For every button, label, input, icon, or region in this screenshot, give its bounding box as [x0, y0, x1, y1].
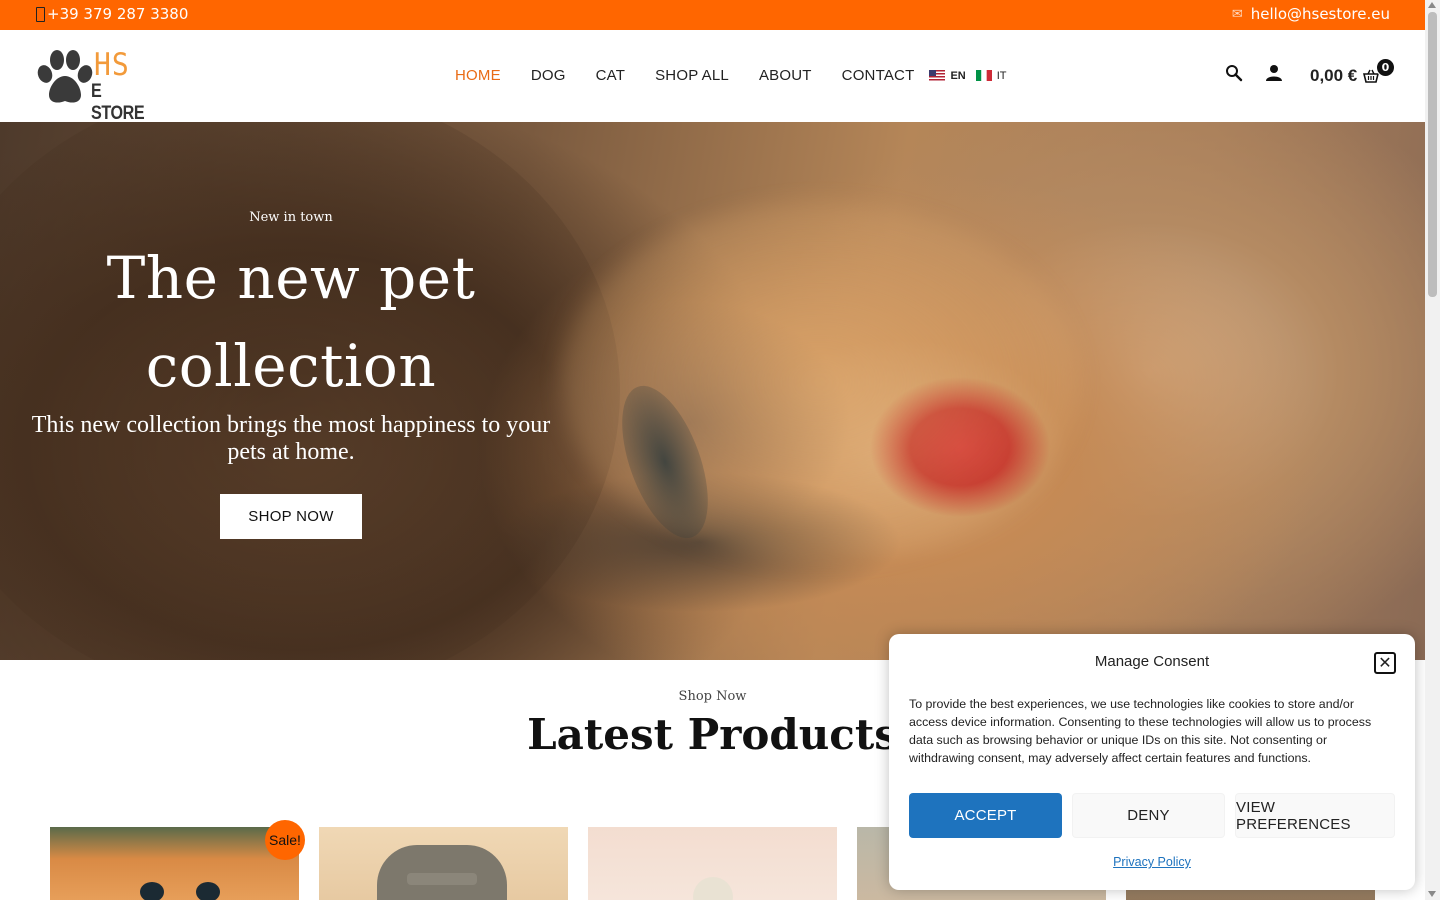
- nav-contact[interactable]: CONTACT: [842, 67, 915, 84]
- consent-title: Manage Consent: [1094, 653, 1210, 670]
- close-icon[interactable]: ✕: [1374, 652, 1396, 674]
- accept-button[interactable]: ACCEPT: [909, 793, 1062, 838]
- product-card-1[interactable]: [50, 827, 299, 900]
- hero-title: The new pet collection: [0, 234, 582, 410]
- hero-banner: New in town The new pet collection This …: [0, 122, 1425, 660]
- product-image-kitten: [140, 882, 220, 900]
- hero-content: New in town The new pet collection This …: [0, 122, 582, 660]
- shop-now-button[interactable]: SHOP NOW: [220, 494, 362, 539]
- us-flag-icon: [929, 70, 946, 81]
- top-bar: +39 379 287 3380 ✉ hello@hsestore.eu: [0, 0, 1425, 30]
- cart-button[interactable]: 0,00 €: [1310, 66, 1380, 86]
- product-card-3[interactable]: [588, 827, 837, 900]
- header-icons: [1225, 64, 1283, 82]
- deny-button[interactable]: DENY: [1072, 793, 1225, 838]
- nav-shop-all[interactable]: SHOP ALL: [655, 67, 729, 84]
- cart-count-badge: 0: [1376, 58, 1395, 77]
- main-nav: HOME DOG CAT SHOP ALL ABOUT CONTACT EN I…: [455, 67, 1017, 84]
- nav-dog[interactable]: DOG: [531, 67, 566, 84]
- product-image-toy: [693, 877, 733, 900]
- search-icon[interactable]: [1225, 64, 1243, 82]
- envelope-icon: ✉: [1231, 6, 1243, 22]
- logo-text-estore: E STORE: [91, 81, 145, 124]
- hero-title-line1: The new pet: [106, 244, 476, 312]
- nav-about[interactable]: ABOUT: [759, 67, 812, 84]
- language-it-label[interactable]: IT: [997, 70, 1007, 82]
- nav-home[interactable]: HOME: [455, 67, 501, 84]
- hero-pretitle: New in town: [249, 210, 333, 225]
- scrollbar-thumb[interactable]: [1428, 12, 1437, 297]
- phone-contact[interactable]: +39 379 287 3380: [36, 5, 188, 23]
- phone-number[interactable]: +39 379 287 3380: [47, 5, 188, 23]
- product-image-backpack: [377, 845, 507, 900]
- email-address[interactable]: hello@hsestore.eu: [1251, 5, 1390, 23]
- user-icon[interactable]: [1265, 64, 1283, 82]
- view-preferences-button[interactable]: VIEW PREFERENCES: [1235, 793, 1395, 838]
- hero-image-fur: [560, 202, 1080, 562]
- hero-title-line2: collection: [145, 332, 437, 400]
- it-flag-icon: [975, 70, 992, 81]
- language-en-label[interactable]: EN: [950, 70, 965, 82]
- logo-text-hs: HS: [94, 46, 130, 83]
- site-logo[interactable]: HS E STORE: [36, 46, 146, 124]
- cart-total[interactable]: 0,00 €: [1310, 66, 1357, 86]
- nav-cat[interactable]: CAT: [596, 67, 626, 84]
- product-card-2[interactable]: [319, 827, 568, 900]
- paw-icon: [37, 50, 93, 103]
- phone-icon: [36, 6, 45, 22]
- sale-badge: Sale!: [265, 820, 305, 860]
- page-scrollbar[interactable]: [1425, 0, 1440, 900]
- email-contact[interactable]: ✉ hello@hsestore.eu: [1232, 5, 1390, 23]
- consent-text: To provide the best experiences, we use …: [909, 697, 1372, 765]
- language-it[interactable]: IT: [975, 70, 1007, 82]
- hero-subtitle: This new collection brings the most happ…: [31, 412, 551, 465]
- scroll-up-arrow-icon[interactable]: [1428, 2, 1436, 8]
- cookie-consent-dialog: Manage Consent ✕ To provide the best exp…: [889, 634, 1415, 890]
- scroll-down-arrow-icon[interactable]: [1428, 891, 1436, 897]
- language-en[interactable]: EN: [929, 70, 966, 82]
- privacy-policy-link[interactable]: Privacy Policy: [889, 855, 1415, 869]
- site-header: HS E STORE HOME DOG CAT SHOP ALL ABOUT C…: [0, 30, 1425, 124]
